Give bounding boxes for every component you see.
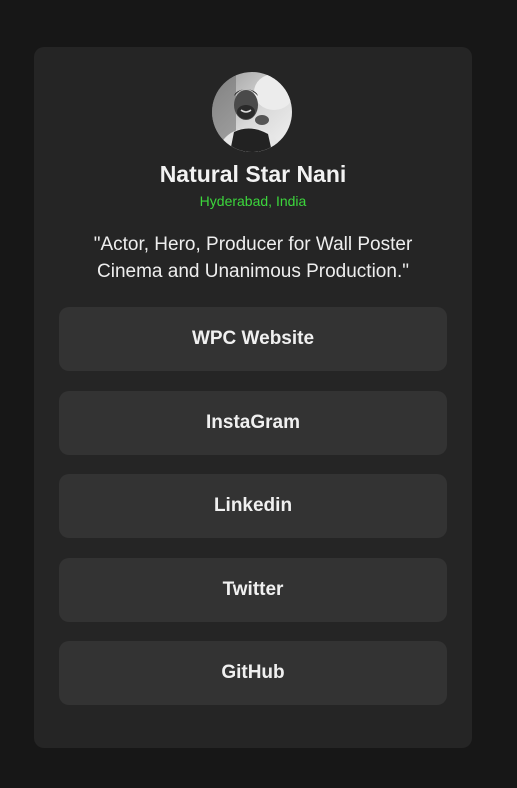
instagram-link-button[interactable]: InstaGram (59, 390, 447, 455)
profile-card: Natural Star Nani Hyderabad, India "Acto… (34, 47, 472, 748)
github-link-button[interactable]: GitHub (59, 641, 447, 705)
avatar (212, 72, 292, 152)
profile-bio: "Actor, Hero, Producer for Wall Poster C… (93, 234, 413, 282)
link-list: WPC Website InstaGram Linkedin Twitter G… (59, 307, 447, 725)
wpc-website-link-button[interactable]: WPC Website (59, 307, 447, 371)
profile-photo (212, 72, 292, 152)
profile-name: Natural Star Nani (159, 161, 347, 187)
linkedin-link-button[interactable]: Linkedin (59, 474, 447, 538)
twitter-link-button[interactable]: Twitter (59, 557, 447, 622)
profile-location: Hyderabad, India (199, 193, 307, 209)
